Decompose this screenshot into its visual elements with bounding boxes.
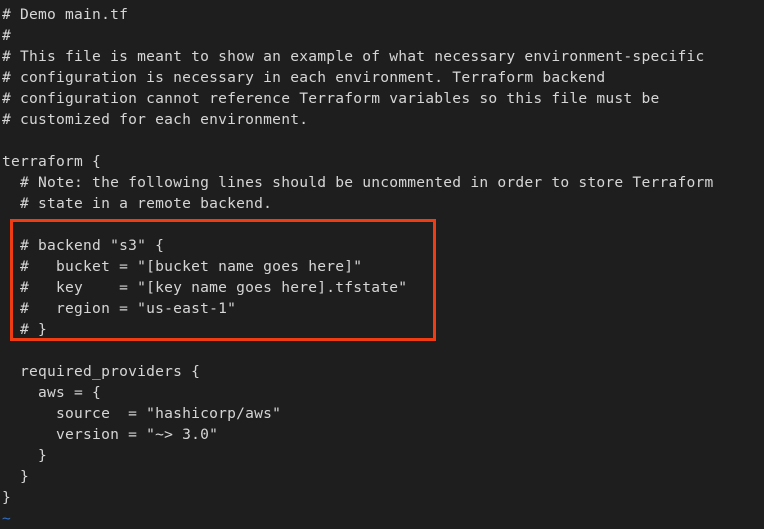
- code-line: # state in a remote backend.: [2, 195, 273, 212]
- code-line: # This file is meant to show an example …: [2, 48, 705, 65]
- code-line-backend-region: # region = "us-east-1": [2, 300, 237, 317]
- code-line: # Demo main.tf: [2, 6, 129, 23]
- code-line: # configuration cannot reference Terrafo…: [2, 90, 660, 107]
- code-line: # configuration is necessary in each env…: [2, 69, 606, 86]
- code-line: version = "~> 3.0": [2, 426, 219, 443]
- code-line-backend-close: # }: [2, 321, 48, 338]
- code-line: terraform {: [2, 153, 102, 170]
- code-line: }: [2, 468, 30, 485]
- code-line: required_providers {: [2, 363, 201, 380]
- code-line: # customized for each environment.: [2, 111, 309, 128]
- code-line-backend-bucket: # bucket = "[bucket name goes here]": [2, 258, 363, 275]
- code-line-backend-open: # backend "s3" {: [2, 237, 165, 254]
- code-line: # Note: the following lines should be un…: [2, 174, 714, 191]
- code-line: source = "hashicorp/aws": [2, 405, 282, 422]
- code-line: aws = {: [2, 384, 102, 401]
- code-line: }: [2, 447, 48, 464]
- code-line-backend-key: # key = "[key name goes here].tfstate": [2, 279, 408, 296]
- vim-editor-window[interactable]: # Demo main.tf # # This file is meant to…: [0, 0, 764, 529]
- code-line: #: [2, 27, 12, 44]
- code-text-area[interactable]: # Demo main.tf # # This file is meant to…: [0, 0, 764, 529]
- code-line: }: [2, 489, 12, 506]
